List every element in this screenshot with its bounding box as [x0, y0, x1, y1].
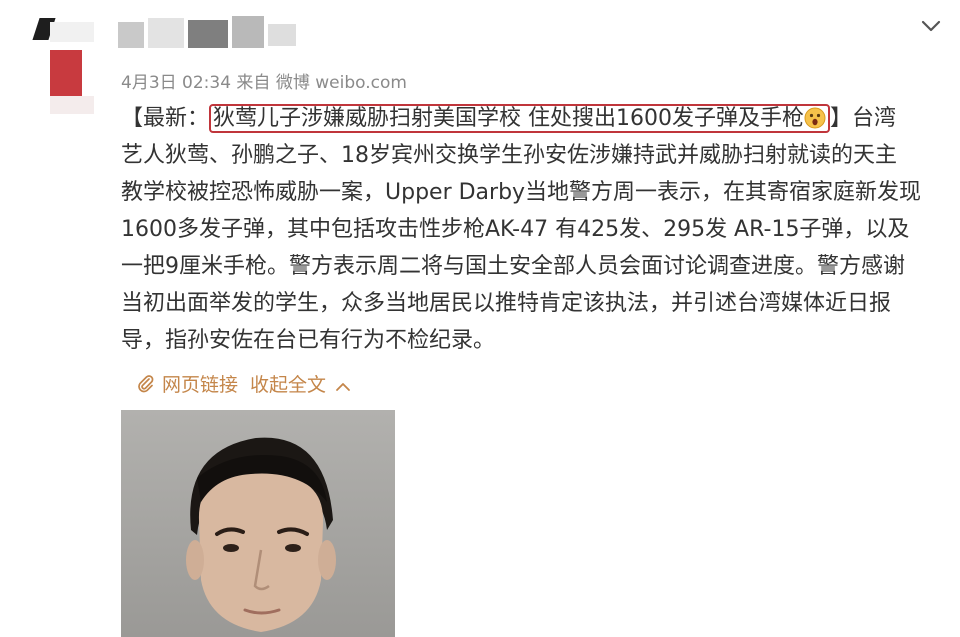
post-body: 【最新： 狄莺儿子涉嫌威胁扫射美国学校 住处搜出1600发子弹及手枪 】台湾 艺人狄…: [121, 100, 947, 359]
username-pixelated[interactable]: [118, 14, 298, 54]
headline-text: 狄莺儿子涉嫌威胁扫射美国学校 住处搜出1600发子弹及手枪: [213, 106, 804, 131]
post-photo[interactable]: [121, 410, 395, 637]
post-meta: 4月3日 02:34 来自 微博 weibo.com: [121, 73, 407, 93]
post-line: 导，指孙安佐在台已有行为不检纪录。: [121, 328, 496, 353]
post-links: 网页链接 收起全文: [136, 370, 352, 397]
pixel-block: [148, 18, 184, 48]
collapse-link[interactable]: 收起全文: [250, 370, 326, 397]
pixel-block: [118, 22, 144, 48]
highlighted-headline: 狄莺儿子涉嫌威胁扫射美国学校 住处搜出1600发子弹及手枪: [209, 104, 830, 133]
webpage-link[interactable]: 网页链接: [162, 370, 238, 397]
surprised-emoji-icon: [804, 104, 826, 141]
post-line: 一把9厘米手枪。警方表示周二将与国土安全部人员会面讨论调查进度。警方感谢: [121, 254, 905, 279]
post-line-1: 【最新： 狄莺儿子涉嫌威胁扫射美国学校 住处搜出1600发子弹及手枪 】台湾: [121, 100, 947, 137]
pixel-block: [188, 20, 228, 48]
avatar-fragment: [50, 96, 94, 114]
avatar-fragment: [50, 50, 82, 96]
chevron-up-icon[interactable]: [334, 377, 352, 391]
pixel-block: [268, 24, 296, 46]
paperclip-icon: [136, 374, 156, 394]
post-line: 1600多发子弹，其中包括攻击性步枪AK-47 有425发、295发 AR-15…: [121, 217, 910, 242]
chevron-down-icon[interactable]: [916, 14, 946, 38]
pixel-block: [232, 16, 264, 48]
post-line: 当初出面举发的学生，众多当地居民以推特肯定该执法，并引述台湾媒体近日报: [121, 291, 892, 316]
topic-prefix: 【最新：: [121, 106, 210, 131]
post-line: 艺人狄莺、孙鹏之子、18岁宾州交换学生孙安佐涉嫌持武并威胁扫射就读的天主: [121, 143, 897, 168]
user-avatar[interactable]: [32, 18, 94, 114]
post-line: 教学校被控恐怖威胁一案，Upper Darby当地警方周一表示，在其寄宿家庭新发…: [121, 180, 922, 205]
line1-tail: 】台湾: [830, 106, 897, 131]
avatar-fragment: [50, 22, 94, 42]
